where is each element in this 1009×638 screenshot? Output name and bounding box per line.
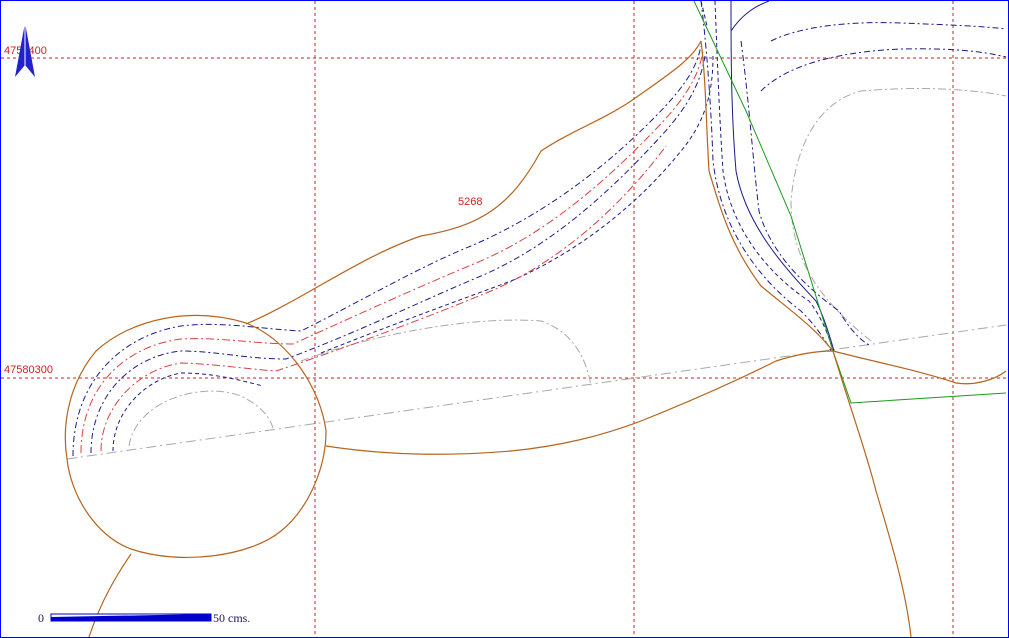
section-reference-line xyxy=(66,324,1007,460)
green-section-line xyxy=(693,1,1007,404)
red-contours xyxy=(80,50,704,454)
scale-end-label: 50 cms. xyxy=(213,611,250,625)
grid-lines xyxy=(1,1,1008,637)
scale-bar: 0 50 cms. xyxy=(38,611,250,625)
contour-elevation-label: 5268 xyxy=(458,196,482,208)
gray-contours xyxy=(128,88,1007,447)
grid-label-bottom: 47580300 xyxy=(4,364,53,376)
map-frame: 4758400 47580300 5268 0 50 cms. xyxy=(0,0,1009,638)
scale-start-label: 0 xyxy=(38,611,44,625)
topographic-plan: 4758400 47580300 5268 0 50 cms. xyxy=(1,1,1008,637)
